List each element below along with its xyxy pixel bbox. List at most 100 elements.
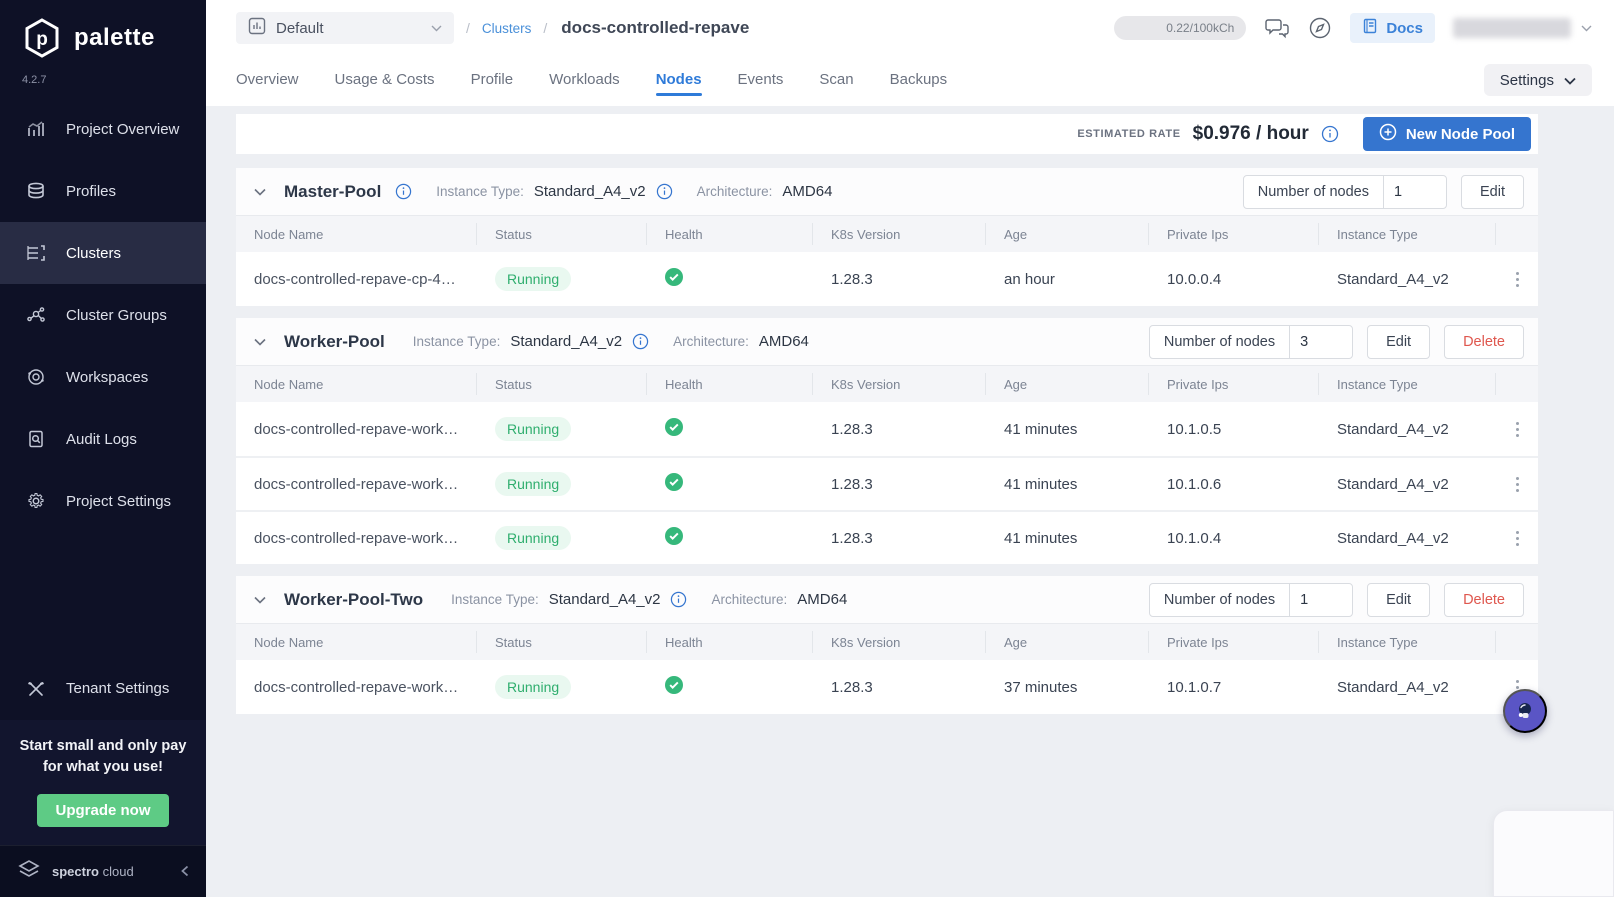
- clusters-icon: [24, 241, 48, 265]
- column-health: Health: [647, 223, 813, 245]
- info-icon[interactable]: [395, 183, 412, 200]
- column-status: Status: [477, 631, 647, 653]
- instance-type-value: Standard_A4_v2: [533, 183, 646, 200]
- project-selector[interactable]: Default: [236, 12, 454, 44]
- column-private-ips: Private Ips: [1149, 223, 1319, 245]
- sidebar-item-project-settings[interactable]: Project Settings: [0, 470, 206, 532]
- usage-meter-value: 0.22/100kCh: [1166, 21, 1235, 35]
- svg-text:p: p: [36, 29, 48, 50]
- number-of-nodes-label: Number of nodes: [1150, 325, 1291, 358]
- estimated-rate-label: ESTIMATED RATE: [1077, 128, 1181, 140]
- main-panel: Default / Clusters / docs-controlled-rep…: [206, 0, 1614, 897]
- tab-workloads[interactable]: Workloads: [549, 71, 620, 106]
- chevron-down-icon: [431, 19, 442, 37]
- column-actions: [1496, 223, 1538, 245]
- sidebar-item-clusters[interactable]: Clusters: [0, 222, 206, 284]
- tab-events[interactable]: Events: [738, 71, 784, 106]
- breadcrumb-clusters-link[interactable]: Clusters: [482, 21, 532, 36]
- tab-nodes[interactable]: Nodes: [655, 71, 702, 106]
- number-of-nodes-widget: Number of nodes: [1148, 324, 1354, 359]
- number-of-nodes-widget: Number of nodes: [1242, 174, 1447, 209]
- node-private-ip: 10.1.0.4: [1167, 529, 1222, 547]
- column-instance-type: Instance Type: [1319, 223, 1496, 245]
- upgrade-now-button[interactable]: Upgrade now: [37, 794, 169, 827]
- table-row: docs-controlled-repave-work… Running 1.2…: [236, 456, 1538, 510]
- kebab-menu-icon[interactable]: [1515, 530, 1519, 546]
- table-row: docs-controlled-repave-work… Running 1.2…: [236, 510, 1538, 564]
- number-of-nodes-input[interactable]: [1290, 583, 1353, 616]
- number-of-nodes-input[interactable]: [1384, 175, 1446, 208]
- help-astronaut-fab[interactable]: [1503, 689, 1547, 733]
- kebab-menu-icon[interactable]: [1515, 421, 1519, 437]
- info-icon[interactable]: [632, 333, 649, 350]
- delete-pool-button[interactable]: Delete: [1444, 324, 1524, 359]
- docs-button[interactable]: Docs: [1350, 13, 1435, 43]
- tab-scan[interactable]: Scan: [819, 71, 853, 106]
- tab-usage-costs[interactable]: Usage & Costs: [335, 71, 435, 106]
- column-private-ips: Private Ips: [1149, 373, 1319, 395]
- number-of-nodes-input[interactable]: [1290, 325, 1353, 358]
- table-header: Node Name Status Health K8s Version Age …: [236, 366, 1538, 402]
- chevron-down-icon[interactable]: [254, 596, 266, 604]
- node-status: Running: [477, 472, 647, 496]
- kebab-menu-icon[interactable]: [1515, 271, 1519, 287]
- sidebar-item-audit-logs[interactable]: Audit Logs: [0, 408, 206, 470]
- status-badge: Running: [495, 526, 572, 550]
- edit-pool-button[interactable]: Edit: [1367, 324, 1431, 359]
- number-of-nodes-label: Number of nodes: [1150, 583, 1291, 616]
- estimated-rate-bar: ESTIMATED RATE $0.976 / hour New Node Po…: [236, 114, 1538, 154]
- column-k8s-version: K8s Version: [813, 223, 986, 245]
- instance-type-value: Standard_A4_v2: [510, 333, 623, 350]
- sidebar-collapse-icon[interactable]: [180, 864, 190, 880]
- node-status: Running: [477, 267, 647, 291]
- sidebar-item-project-overview[interactable]: Project Overview: [0, 98, 206, 160]
- compass-icon[interactable]: [1308, 16, 1332, 40]
- tab-backups[interactable]: Backups: [890, 71, 948, 106]
- chevron-down-icon[interactable]: [254, 188, 266, 196]
- node-private-ip: 10.1.0.7: [1167, 678, 1222, 696]
- column-instance-type: Instance Type: [1319, 631, 1496, 653]
- info-icon[interactable]: [656, 183, 673, 200]
- settings-button[interactable]: Settings: [1483, 64, 1592, 96]
- node-health: [647, 473, 813, 495]
- node-instance-type: Standard_A4_v2: [1337, 475, 1449, 493]
- sidebar-nav: Project Overview Profiles Clusters Clust…: [0, 98, 206, 532]
- tab-profile[interactable]: Profile: [471, 71, 514, 106]
- row-actions: [1496, 421, 1538, 437]
- info-icon[interactable]: [670, 591, 687, 608]
- node-instance-type: Standard_A4_v2: [1337, 420, 1449, 438]
- node-age: 41 minutes: [1004, 529, 1078, 547]
- delete-pool-button[interactable]: Delete: [1444, 582, 1524, 617]
- sidebar-item-workspaces[interactable]: Workspaces: [0, 346, 206, 408]
- sidebar-item-cluster-groups[interactable]: Cluster Groups: [0, 284, 206, 346]
- sidebar-item-label: Tenant Settings: [66, 680, 170, 698]
- kebab-menu-icon[interactable]: [1515, 476, 1519, 492]
- chat-icon[interactable]: [1264, 17, 1290, 39]
- column-node-name: Node Name: [236, 631, 477, 653]
- plus-circle-icon: [1379, 123, 1397, 145]
- column-age: Age: [986, 223, 1149, 245]
- footer-brand-bold: spectro: [52, 864, 99, 879]
- info-icon[interactable]: [1321, 125, 1339, 143]
- node-k8s-version: 1.28.3: [831, 529, 873, 547]
- node-name: docs-controlled-repave-work…: [254, 529, 459, 547]
- node-age: 41 minutes: [1004, 475, 1078, 493]
- chevron-down-icon[interactable]: [254, 338, 266, 346]
- brand-name: palette: [74, 24, 155, 51]
- tab-overview[interactable]: Overview: [236, 71, 299, 106]
- node-instance-type: Standard_A4_v2: [1337, 678, 1449, 696]
- user-menu[interactable]: [1453, 18, 1592, 38]
- sidebar-footer: spectro cloud: [0, 845, 206, 897]
- edit-pool-button[interactable]: Edit: [1367, 582, 1431, 617]
- new-node-pool-button[interactable]: New Node Pool: [1362, 117, 1531, 151]
- edit-pool-button[interactable]: Edit: [1461, 174, 1524, 209]
- sidebar-item-profiles[interactable]: Profiles: [0, 160, 206, 222]
- table-row: docs-controlled-repave-cp-4… Running 1.2…: [236, 252, 1538, 306]
- pool-name: Master-Pool: [284, 181, 382, 201]
- network-icon: [24, 303, 48, 327]
- column-instance-type: Instance Type: [1319, 373, 1496, 395]
- project-icon: [248, 17, 266, 40]
- app-window: p palette 4.2.7 Project Overview Profile…: [0, 0, 1614, 897]
- sidebar-item-tenant-settings[interactable]: Tenant Settings: [0, 658, 206, 720]
